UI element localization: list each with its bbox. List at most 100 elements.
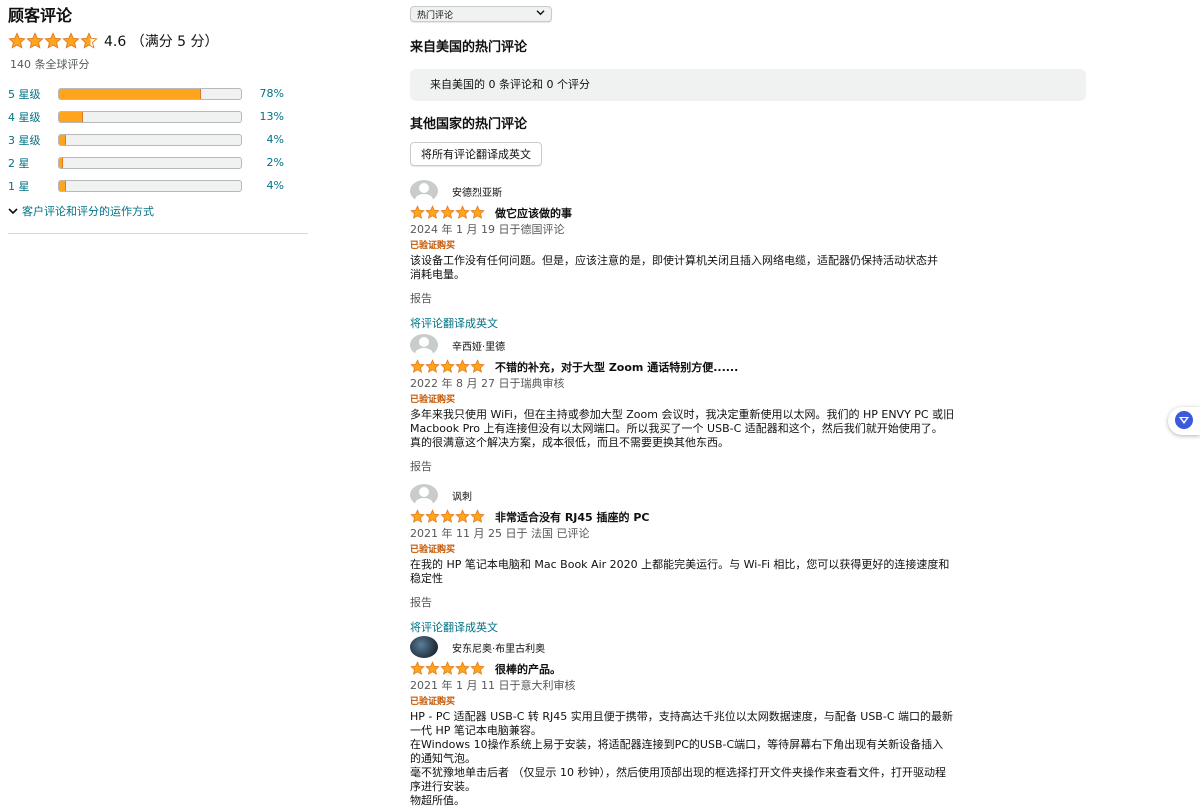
shield-check-icon: [1174, 410, 1194, 433]
star-icon: [8, 32, 26, 50]
report-link[interactable]: 报告: [410, 290, 1090, 306]
review-title: 很棒的产品。: [495, 662, 561, 676]
review-stars: [410, 509, 485, 524]
chevron-down-icon: [536, 9, 545, 19]
histogram-row[interactable]: 5 星级 78%: [8, 82, 308, 105]
star-icon: [410, 509, 425, 524]
sort-selected-label: 热门评论: [417, 10, 454, 21]
review-item: 安东尼奥·布里古利奥 很棒的产品。 2021 年 1 月 11 日于意大利审核 …: [410, 636, 1090, 808]
review-title-line[interactable]: 不错的补充，对于大型 Zoom 通话特别方便......: [410, 359, 1090, 374]
review-body: 多年来我只使用 WiFi，但在主持或参加大型 Zoom 会议时，我决定重新使用以…: [410, 408, 1090, 450]
review-stars: [410, 205, 485, 220]
review-item: 安德烈亚斯 做它应该做的事 2024 年 1 月 19 日于德国评论 已验证购买…: [410, 180, 1090, 331]
histogram-percent: 2%: [266, 156, 284, 169]
review-body-line: 该设备工作没有任何问题。但是，应该注意的是，即使计算机关闭且插入网络电缆，适配器…: [410, 254, 938, 267]
rating-summary: 顾客评论 4.6 （满分 5 分） 140 条全球评分 5 星级 78% 4 星…: [8, 6, 308, 234]
rating-histogram: 5 星级 78% 4 星级 13% 3 星级 4% 2 星 2% 1 星 4%: [8, 82, 308, 197]
translate-review-link[interactable]: 将评论翻译成英文: [410, 619, 1090, 635]
reviewer-profile[interactable]: 辛西娅·里德: [410, 334, 1090, 356]
review-date: 2021 年 11 月 25 日于 法国 已评论: [410, 527, 590, 540]
histogram-bar: [58, 110, 242, 123]
histogram-row[interactable]: 4 星级 13%: [8, 105, 308, 128]
reviewer-name: 讽刺: [452, 491, 472, 503]
avatar: [410, 180, 438, 202]
review-body-line: 多年来我只使用 WiFi，但在主持或参加大型 Zoom 会议时，我决定重新使用以…: [410, 408, 955, 421]
star-icon: [410, 359, 425, 374]
chevron-down-icon: [8, 205, 18, 218]
report-link[interactable]: 报告: [410, 458, 1090, 474]
divider: [8, 233, 308, 234]
histogram-row[interactable]: 1 星 4%: [8, 174, 308, 197]
review-item: 讽刺 非常适合没有 RJ45 插座的 PC 2021 年 11 月 25 日于 …: [410, 484, 1090, 635]
overall-rating: 4.6 （满分 5 分）: [8, 30, 308, 52]
star-icon: [440, 661, 455, 676]
us-reviews-heading: 来自美国的热门评论: [410, 40, 528, 55]
reviewer-name: 安德烈亚斯: [452, 187, 502, 199]
reviews-list-panel: 热门评论 来自美国的热门评论 来自美国的 0 条评论和 0 个评分 其他国家的热…: [410, 6, 1090, 166]
review-date: 2021 年 1 月 11 日于意大利审核: [410, 679, 576, 692]
review-body-line: Macbook Pro 上有连接但没有以太网端口。所以我买了一个 USB-C 适…: [410, 422, 943, 435]
review-body-line: 一代 HP 笔记本电脑兼容。: [410, 724, 542, 737]
review-title-line[interactable]: 做它应该做的事: [410, 205, 1090, 220]
histogram-bar-fill: [59, 157, 63, 168]
reviewer-name: 安东尼奥·布里古利奥: [452, 643, 546, 655]
review-body: 该设备工作没有任何问题。但是，应该注意的是，即使计算机关闭且插入网络电缆，适配器…: [410, 254, 1090, 282]
star-icon: [470, 509, 485, 524]
review-body-line: 稳定性: [410, 572, 443, 585]
global-rating-count: 140 条全球评分: [10, 58, 90, 71]
star-icon: [470, 661, 485, 676]
verified-purchase-badge: 已验证购买: [410, 241, 456, 251]
translate-review-link[interactable]: 将评论翻译成英文: [410, 315, 1090, 331]
star-icon: [425, 661, 440, 676]
histogram-bar: [58, 156, 242, 169]
histogram-star-label: 5 星级: [8, 87, 41, 101]
histogram-star-label: 2 星: [8, 156, 30, 170]
review-date: 2022 年 8 月 27 日于瑞典审核: [410, 377, 565, 390]
how-reviews-work-link[interactable]: 客户评论和评分的运作方式: [8, 203, 308, 219]
sort-dropdown[interactable]: 热门评论: [410, 6, 552, 22]
reviewer-profile[interactable]: 安德烈亚斯: [410, 180, 1090, 202]
star-icon: [26, 32, 44, 50]
histogram-row[interactable]: 3 星级 4%: [8, 128, 308, 151]
histogram-bar-fill: [59, 88, 201, 99]
reviews-heading: 顾客评论: [8, 6, 73, 25]
overall-rating-text: 4.6 （满分 5 分）: [104, 34, 219, 50]
overall-stars: [8, 32, 98, 50]
star-icon: [440, 509, 455, 524]
reviewer-name: 辛西娅·里德: [452, 341, 506, 353]
review-body-line: 毫不犹豫地单击后者 （仅显示 10 秒钟），然后使用顶部出现的框选择打开文件夹操…: [410, 766, 946, 779]
histogram-bar: [58, 179, 242, 192]
report-link[interactable]: 报告: [410, 594, 1090, 610]
star-icon: [470, 205, 485, 220]
review-body-line: 真的很满意这个解决方案，成本很低，而且不需要更换其他东西。: [410, 436, 729, 449]
star-icon: [425, 205, 440, 220]
review-title: 做它应该做的事: [495, 206, 572, 220]
histogram-row[interactable]: 2 星 2%: [8, 151, 308, 174]
star-icon: [44, 32, 62, 50]
review-title-line[interactable]: 非常适合没有 RJ45 插座的 PC: [410, 509, 1090, 524]
review-body-line: HP - PC 适配器 USB-C 转 RJ45 实用且便于携带，支持高达千兆位…: [410, 710, 953, 723]
histogram-star-label: 1 星: [8, 179, 30, 193]
reviewer-profile[interactable]: 安东尼奥·布里古利奥: [410, 636, 1090, 658]
review-body-line: 在我的 HP 笔记本电脑和 Mac Book Air 2020 上都能完美运行。…: [410, 558, 950, 571]
histogram-percent: 78%: [259, 87, 284, 100]
avatar: [410, 636, 438, 658]
star-icon: [425, 509, 440, 524]
review-title-line[interactable]: 很棒的产品。: [410, 661, 1090, 676]
floating-widget-button[interactable]: [1168, 407, 1200, 435]
histogram-bar: [58, 87, 242, 100]
translate-all-button[interactable]: 将所有评论翻译成英文: [410, 142, 542, 166]
reviewer-profile[interactable]: 讽刺: [410, 484, 1090, 506]
histogram-percent: 13%: [259, 110, 284, 123]
star-icon: [440, 359, 455, 374]
star-icon: [410, 661, 425, 676]
review-item: 辛西娅·里德 不错的补充，对于大型 Zoom 通话特别方便...... 2022…: [410, 334, 1090, 474]
histogram-bar-fill: [59, 134, 67, 145]
review-title: 不错的补充，对于大型 Zoom 通话特别方便......: [495, 360, 739, 374]
other-countries-heading: 其他国家的热门评论: [410, 117, 528, 132]
review-stars: [410, 661, 485, 676]
star-icon: [80, 32, 98, 50]
review-body: HP - PC 适配器 USB-C 转 RJ45 实用且便于携带，支持高达千兆位…: [410, 710, 1090, 808]
star-icon: [440, 205, 455, 220]
review-body-line: 物超所值。: [410, 794, 465, 807]
